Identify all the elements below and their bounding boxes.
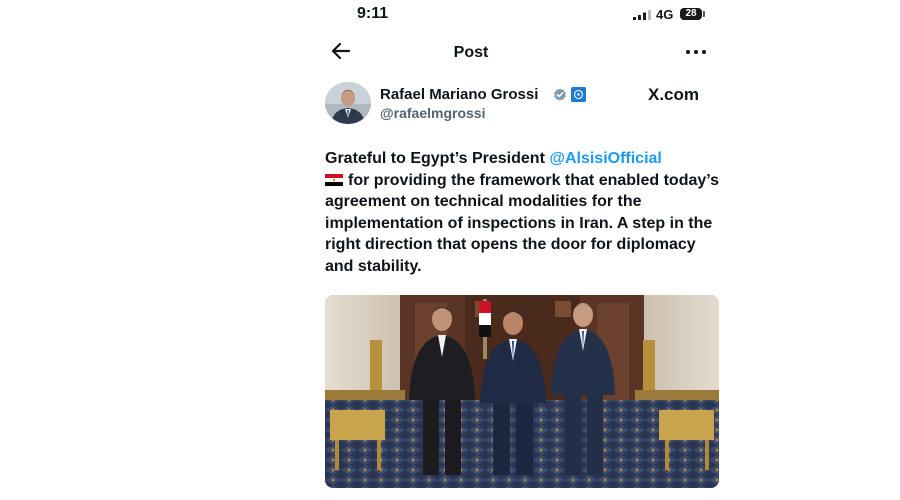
page-title: Post xyxy=(453,44,489,61)
avatar[interactable] xyxy=(325,82,371,124)
tweet-text: Grateful to Egypt’s President @AlsisiOff… xyxy=(325,148,725,277)
nav-bar: Post xyxy=(0,36,900,70)
status-bar: 9:11 4G 28 xyxy=(0,0,900,30)
egypt-flag-icon xyxy=(325,173,343,186)
author-name[interactable]: Rafael Mariano Grossi xyxy=(380,86,538,103)
mention-link[interactable]: @AlsisiOfficial xyxy=(549,150,662,167)
battery-tip xyxy=(703,11,705,17)
source-label: X.com xyxy=(648,85,700,104)
signal-icon xyxy=(633,10,651,20)
photo-three-men-standing-image xyxy=(325,295,719,488)
tweet-text-body: for providing the framework that enabled… xyxy=(325,171,720,275)
verified-badge-icon xyxy=(554,88,566,101)
iaea-org-icon xyxy=(571,87,586,102)
status-time: 9:11 xyxy=(357,5,389,22)
tweet-photo[interactable] xyxy=(325,295,719,488)
network-type: 4G xyxy=(656,7,674,22)
more-dots-icon[interactable] xyxy=(684,44,708,60)
battery-icon: 28 xyxy=(680,8,702,20)
author-handle[interactable]: @rafaelmgrossi xyxy=(380,105,485,121)
avatar-portrait-image xyxy=(325,82,371,124)
tweet-text-intro: Grateful to Egypt’s President xyxy=(325,150,550,167)
